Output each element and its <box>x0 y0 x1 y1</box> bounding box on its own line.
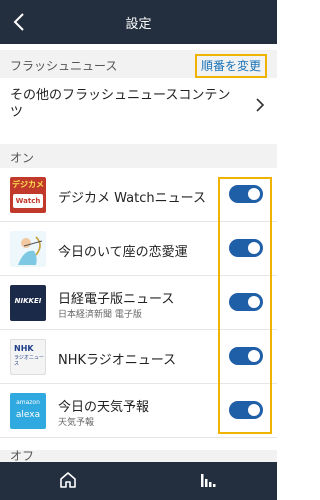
other-content-label: その他のフラッシュニュースコンテンツ <box>10 88 231 120</box>
enable-toggle[interactable] <box>229 185 263 203</box>
item-name: 今日の天気予報 <box>58 400 150 415</box>
list-item[interactable]: NIKKEI 日経電子版ニュース 日本経済新聞 電子版 <box>0 276 277 330</box>
bottom-nav-bar <box>0 462 277 500</box>
sagittarius-logo <box>10 231 46 267</box>
home-icon[interactable] <box>58 470 78 490</box>
section-header-off: オフ <box>0 450 277 462</box>
top-bar: 設定 <box>0 0 277 44</box>
enable-toggle[interactable] <box>229 293 263 311</box>
item-subtitle: 日本経済新聞 電子版 <box>58 310 142 320</box>
section-label: フラッシュニュース <box>10 59 118 73</box>
section-header-on: オン <box>0 144 277 168</box>
item-name: NHKラジオニュース <box>58 353 177 368</box>
bars-icon[interactable] <box>198 470 218 490</box>
item-name: 日経電子版ニュース <box>58 292 175 307</box>
dejikame-watch-logo: デジカメ Watch <box>10 177 46 213</box>
list-item[interactable]: 今日のいて座の恋愛運 <box>0 222 277 276</box>
reorder-button[interactable]: 順番を変更 <box>194 54 267 78</box>
amazon-alexa-logo: amazon alexa <box>10 393 46 429</box>
item-name: 今日のいて座の恋愛運 <box>58 245 188 260</box>
enable-toggle[interactable] <box>229 347 263 365</box>
item-name: デジカメ Watchニュース <box>58 191 206 206</box>
nhk-radio-logo: NHK ラジオニュース <box>10 339 46 375</box>
item-subtitle: 天気予報 <box>58 418 95 428</box>
enable-toggle[interactable] <box>229 401 263 419</box>
section-header-flash-news: フラッシュニュース 順番を変更 <box>0 50 277 78</box>
enable-toggle[interactable] <box>229 239 263 257</box>
section-label: オン <box>10 151 35 165</box>
nikkei-logo: NIKKEI <box>10 285 46 321</box>
list-item[interactable]: デジカメ Watch デジカメ Watchニュース <box>0 168 277 222</box>
list-item[interactable]: NHK ラジオニュース NHKラジオニュース <box>0 330 277 384</box>
page-title: 設定 <box>125 17 152 32</box>
list-item[interactable]: amazon alexa 今日の天気予報 天気予報 <box>0 384 277 438</box>
other-flash-news-content-row[interactable]: その他のフラッシュニュースコンテンツ <box>0 78 277 130</box>
chevron-right-icon <box>256 98 265 112</box>
section-label: オフ <box>10 450 35 462</box>
